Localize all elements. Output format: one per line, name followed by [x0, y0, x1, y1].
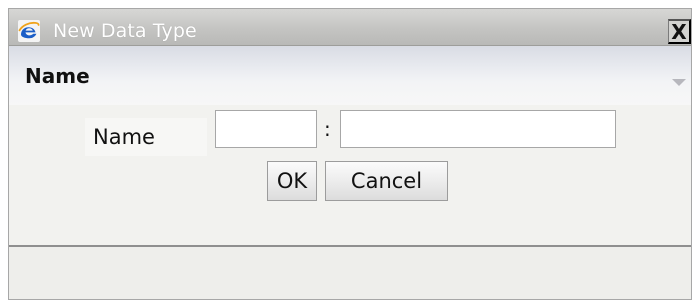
close-icon: X — [671, 19, 687, 44]
name-value-input[interactable] — [340, 110, 616, 148]
name-form: Name : OK Cancel — [9, 105, 691, 246]
title-bar[interactable]: New Data Type X — [9, 9, 691, 46]
close-button[interactable]: X — [668, 19, 691, 44]
dialog-window: New Data Type X Name Name : OK Cancel — [8, 8, 692, 300]
cancel-button[interactable]: Cancel — [325, 161, 448, 201]
window-title: New Data Type — [53, 20, 197, 42]
name-label: Name — [85, 118, 207, 156]
name-separator: : — [324, 117, 331, 141]
internet-explorer-icon — [18, 20, 40, 42]
name-section-header[interactable]: Name — [9, 46, 691, 105]
ok-button[interactable]: OK — [267, 161, 317, 201]
name-prefix-input[interactable] — [215, 110, 317, 148]
section-title: Name — [25, 64, 90, 88]
dialog-footer — [9, 247, 691, 299]
collapse-triangle-icon[interactable] — [671, 78, 687, 88]
